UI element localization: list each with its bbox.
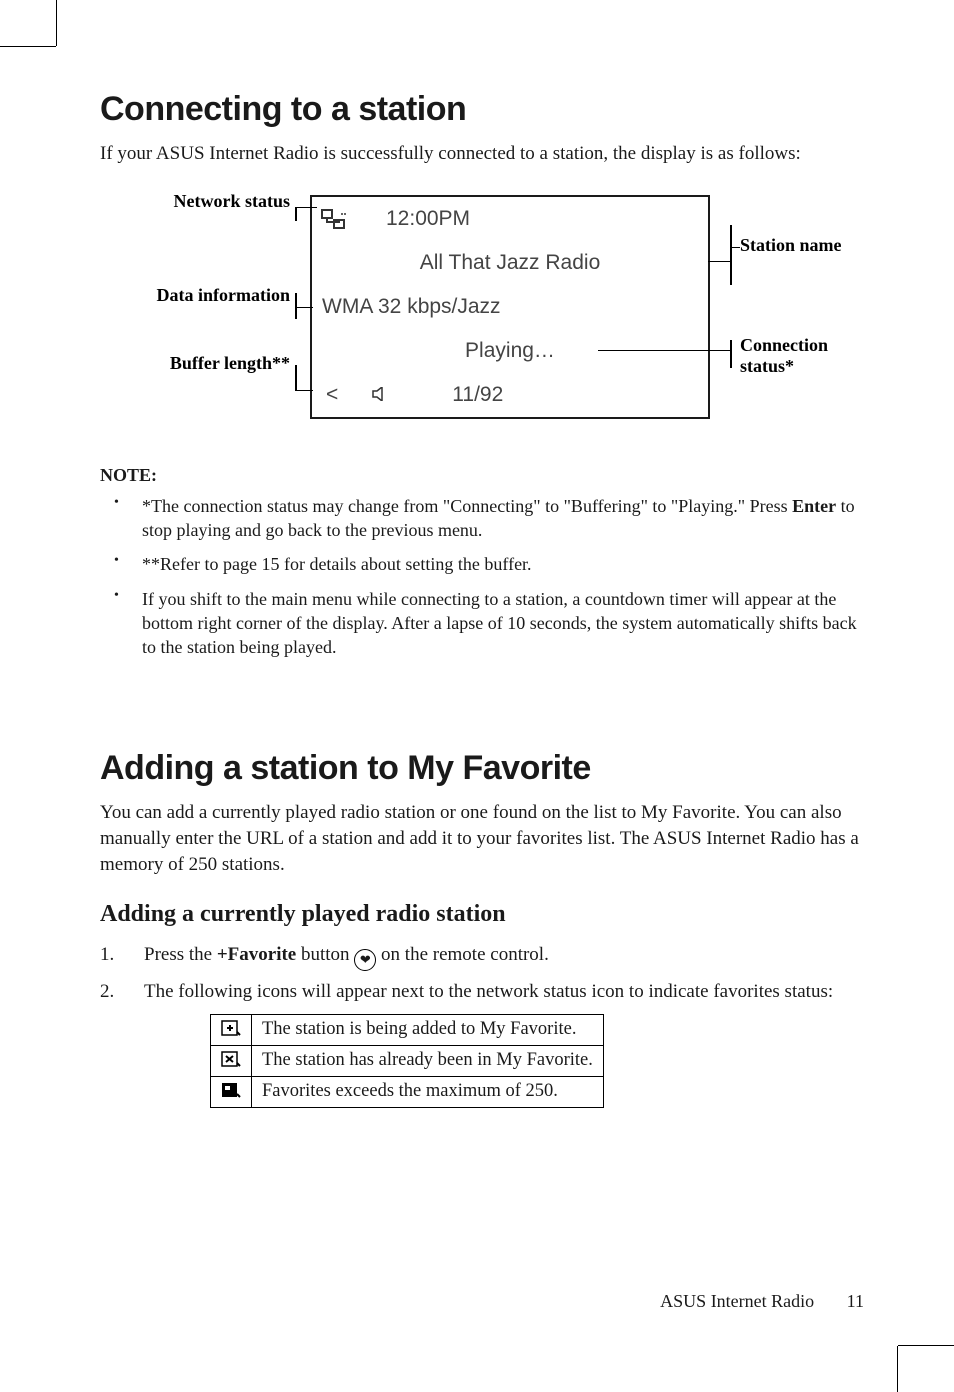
leader-line — [295, 307, 313, 309]
network-icon — [320, 208, 346, 230]
crop-mark — [56, 0, 57, 46]
subsection-heading: Adding a currently played radio station — [100, 901, 864, 928]
page-number: 11 — [847, 1291, 864, 1311]
table-row: Favorites exceeds the maximum of 250. — [211, 1076, 604, 1107]
nav-left-arrow: < — [326, 383, 338, 407]
step-item: The following icons will appear next to … — [100, 979, 864, 1006]
lcd-row-time: 12:00PM — [312, 197, 708, 241]
steps-list: Press the +Favorite button ❤ on the remo… — [100, 942, 864, 1006]
section-heading: Connecting to a station — [100, 90, 864, 129]
step-text: on the remote control. — [376, 944, 549, 965]
section-intro: You can add a currently played radio sta… — [100, 800, 864, 877]
fav-desc: The station has already been in My Favor… — [252, 1045, 604, 1076]
step-text: button — [296, 944, 354, 965]
step-item: Press the +Favorite button ❤ on the remo… — [100, 942, 864, 971]
heart-icon: ❤ — [354, 949, 376, 971]
speaker-icon — [372, 383, 388, 407]
leader-line — [708, 261, 730, 263]
product-name: ASUS Internet Radio — [660, 1291, 814, 1311]
table-row: The station is being added to My Favorit… — [211, 1014, 604, 1045]
label-network-status: Network status — [140, 191, 290, 213]
leader-line — [598, 350, 730, 352]
crop-mark — [0, 46, 56, 47]
leader-line — [295, 207, 317, 209]
lcd-screen: 12:00PM All That Jazz Radio WMA 32 kbps/… — [310, 195, 710, 419]
note-heading: NOTE: — [100, 465, 864, 486]
label-buffer-length: Buffer length** — [140, 353, 290, 375]
fav-desc: The station is being added to My Favorit… — [252, 1014, 604, 1045]
favorites-icon-table: The station is being added to My Favorit… — [210, 1014, 604, 1108]
crop-mark — [897, 1346, 898, 1392]
leader-line — [295, 293, 297, 319]
fav-exists-icon — [211, 1045, 252, 1076]
enter-key-label: Enter — [792, 496, 836, 516]
crop-mark — [898, 1345, 954, 1346]
notes-list: *The connection status may change from "… — [100, 494, 864, 660]
page-footer: ASUS Internet Radio 11 — [660, 1291, 864, 1312]
label-connection-status: Connection status* — [740, 335, 864, 378]
section-heading: Adding a station to My Favorite — [100, 749, 864, 788]
fav-desc: Favorites exceeds the maximum of 250. — [252, 1076, 604, 1107]
lcd-time: 12:00PM — [386, 207, 470, 231]
lcd-counter: 11/92 — [452, 383, 503, 407]
leader-line — [730, 225, 732, 285]
leader-line — [730, 340, 732, 368]
lcd-row-station: All That Jazz Radio — [312, 241, 708, 285]
note-item: If you shift to the main menu while conn… — [100, 587, 864, 660]
table-row: The station has already been in My Favor… — [211, 1045, 604, 1076]
note-item: *The connection status may change from "… — [100, 494, 864, 543]
leader-line — [295, 365, 297, 391]
display-diagram: 12:00PM All That Jazz Radio WMA 32 kbps/… — [100, 185, 864, 445]
section-intro: If your ASUS Internet Radio is successfu… — [100, 141, 864, 167]
fav-add-icon — [211, 1014, 252, 1045]
label-station-name: Station name — [740, 235, 842, 257]
leader-line — [730, 247, 740, 249]
note-item: **Refer to page 15 for details about set… — [100, 552, 864, 576]
lcd-row-codec: WMA 32 kbps/Jazz — [312, 285, 708, 329]
step-text: Press the — [144, 944, 217, 965]
lcd-row-nav: < 11/92 — [312, 373, 708, 417]
leader-line — [295, 390, 313, 392]
favorite-button-label: +Favorite — [217, 944, 296, 965]
label-data-information: Data information — [140, 285, 290, 307]
fav-full-icon — [211, 1076, 252, 1107]
leader-line — [295, 207, 297, 221]
